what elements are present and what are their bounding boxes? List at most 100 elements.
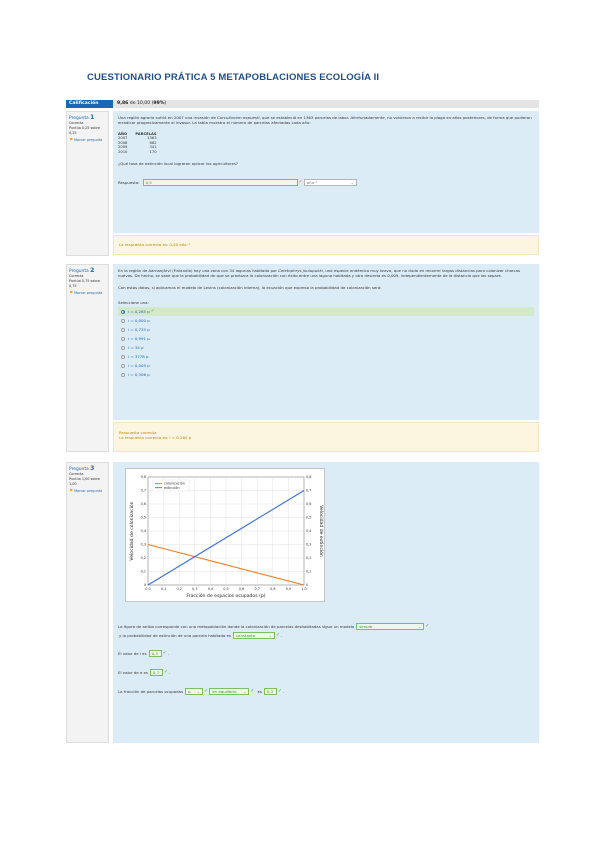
check-icon: ✓ (277, 687, 283, 694)
x-tick-label: 0,1 (161, 587, 166, 591)
question-2-points: Puntúa 0,75 sobre 0,75 (69, 279, 100, 288)
option-1[interactable]: i = 0,000 p (118, 316, 534, 325)
probability-select[interactable]: constante ⌄ (232, 632, 275, 639)
question-1-content: Una región agraria sufrió en 2007 una in… (113, 111, 539, 233)
x-tick-label: 0,9 (286, 587, 291, 591)
radio-icon (121, 327, 125, 332)
check-icon: ✓ (425, 623, 430, 629)
chevron-down-icon: ⌄ (350, 180, 354, 185)
y-tick-label: 0,7 (141, 489, 146, 493)
question-2-info: Pregunta 2 Correcta Puntúa 0,75 sobre 0,… (66, 264, 109, 452)
table-row: 2010 170 (118, 149, 157, 154)
option-0[interactable]: i = 0,265 p ✓ (118, 307, 534, 317)
question-3-info: Pregunta 3 Correcta Puntúa 1,00 sobre 1,… (66, 462, 109, 743)
answer-options: i = 0,265 p ✓ i = 0,000 p i = 0,735 p i =… (118, 307, 534, 379)
i-value-input[interactable]: 0,3 (148, 650, 162, 657)
y-right-tick-label: 0,2 (306, 556, 311, 560)
option-2[interactable]: i = 0,735 p (118, 325, 534, 334)
flag-icon: ⚑ (69, 489, 74, 494)
equilibrium-select[interactable]: en equilibrio ⌄ (209, 688, 250, 695)
question-2-prompt: Con estos datos, si aplicamos el modelo … (118, 284, 382, 290)
check-icon: ✓ (162, 649, 167, 656)
flag-question-1-button[interactable]: ⚑ Marcar pregunta (69, 138, 106, 143)
correct-answer-text: La respuesta correcta es: 0,50 año⁻¹ (119, 242, 191, 247)
p-select[interactable]: p ⌄ (185, 688, 204, 695)
y-right-tick-label: 0,5 (306, 516, 311, 520)
answer-input[interactable]: 0,5 (142, 178, 298, 186)
option-6[interactable]: i = 0,009 p (118, 361, 534, 370)
correct-answer-text: La respuesta correcta es: i = 0,265 p (119, 435, 192, 441)
option-7[interactable]: i = 0,306 p (118, 370, 534, 379)
x-tick-label: 1,0 (301, 587, 306, 591)
radio-icon (121, 336, 125, 341)
x-tick-label: 0,3 (192, 587, 197, 591)
answer-label: Respuesta: (118, 179, 140, 185)
check-icon: ✓ (150, 308, 155, 315)
check-icon: ✓ (163, 668, 169, 675)
y-axis-label: Velocidad de colonización (128, 501, 135, 560)
y-right-tick-label: 0,6 (306, 502, 311, 506)
flag-question-3-button[interactable]: ⚑ Marcar pregunta (69, 489, 106, 494)
x-tick-label: 0,6 (239, 587, 244, 591)
x-tick-label: 0,8 (270, 587, 275, 591)
unit-select[interactable]: año⁻¹ ⌄ (303, 178, 357, 186)
check-icon: ✓ (250, 687, 255, 694)
check-icon: ✓ (275, 632, 281, 638)
y-tick-label: 0,6 (141, 502, 146, 506)
chevron-down-icon: ⌄ (268, 634, 272, 638)
option-4[interactable]: i = 34 p (118, 343, 534, 352)
question-1-points: Puntúa 0,25 sobre 0,25 (69, 126, 100, 135)
question-1-feedback: La respuesta correcta es: 0,50 año⁻¹ (113, 235, 539, 255)
option-3[interactable]: i = 0,991 p (118, 334, 534, 343)
radio-selected-icon (121, 309, 125, 314)
question-1-prompt: ¿Qué tasa de extinción local lograron ap… (118, 160, 238, 166)
x-axis-label: Fracción de espacios ocupados (p) (186, 592, 265, 599)
question-2-content: En la región de Aarnanjärvi (Finlandia) … (113, 264, 539, 420)
question-3-form: La figura de arriba corresponde con una … (118, 622, 533, 697)
y-tick-label: 0,2 (141, 556, 146, 560)
x-tick-label: 0,2 (176, 587, 181, 591)
y-right-tick-label: 0 (306, 583, 308, 587)
x-tick-label: 0,4 (208, 587, 213, 591)
option-5[interactable]: i = 3778 p (118, 352, 534, 361)
question-2-text: En la región de Aarnanjärvi (Finlandia) … (118, 268, 521, 279)
grade-label: Calificación (66, 100, 113, 108)
i-value-row: El valor de i es 0,3 ✓. (118, 649, 170, 657)
y-right-axis-label: Velocidad de extinción (318, 505, 325, 557)
fraction-row: La fracción de parcelas ocupadas p ⌄ ✓ en… (118, 687, 285, 695)
radio-icon (121, 372, 125, 377)
y-tick-label: 0,1 (141, 570, 146, 574)
y-tick-label: 0,4 (141, 529, 146, 533)
radio-icon (121, 318, 125, 323)
y-right-tick-label: 0,3 (306, 543, 311, 547)
y-right-tick-label: 0,7 (306, 489, 311, 493)
radio-icon (121, 354, 125, 359)
check-icon: ✓ (204, 687, 209, 694)
radio-icon (121, 363, 125, 368)
y-tick-label: 0,5 (141, 516, 146, 520)
y-right-tick-label: 0,1 (306, 570, 311, 574)
model-row: La figura de arriba corresponde con una … (118, 623, 430, 639)
flag-question-2-button[interactable]: ⚑ Marcar pregunta (69, 291, 106, 296)
x-tick-label: 0,5 (223, 587, 228, 591)
e-value-input[interactable]: 0,7 (149, 669, 163, 676)
question-3-points: Puntúa 1,00 sobre 1,00 (69, 477, 100, 486)
question-1-answer-row: Respuesta: 0,5 ✓ año⁻¹ ⌄ (118, 178, 534, 186)
chevron-down-icon: ⌄ (243, 690, 247, 694)
y-tick-label: 0 (144, 583, 146, 587)
question-3-content: 0,0 0,1 0,2 0,3 0,4 0,5 0,6 0,7 0,8 0,9 1,0 0 0 0,1 0,… (113, 462, 539, 743)
select-one-label: Seleccione una: (118, 299, 149, 305)
grade-value: 9,86 de 10,00 (99%) (117, 101, 167, 106)
check-icon: ✓ (298, 178, 303, 185)
question-2-feedback: Respuesta correcta La respuesta correcta… (113, 422, 539, 452)
y-right-tick-label: 0,4 (306, 529, 311, 533)
parcel-table: AÑO PARCELAS 2007 1363 2008 682 2009 341 20… (118, 132, 165, 155)
document-title: CUESTIONARIO PRÁTICA 5 METAPOBLACIONES E… (87, 72, 380, 83)
chart-container: 0,0 0,1 0,2 0,3 0,4 0,5 0,6 0,7 0,8 0,9 1,0 0 0 0,1 0,… (125, 468, 325, 602)
fraction-value-input[interactable]: 0,3 (263, 688, 277, 695)
legend-label: extinción (164, 486, 179, 490)
flag-icon: ⚑ (69, 291, 74, 296)
chevron-down-icon: ⌄ (197, 690, 201, 694)
question-1-text: Una región agraria sufrió en 2007 una in… (118, 115, 532, 126)
model-select[interactable]: simple ⌄ (356, 623, 425, 630)
